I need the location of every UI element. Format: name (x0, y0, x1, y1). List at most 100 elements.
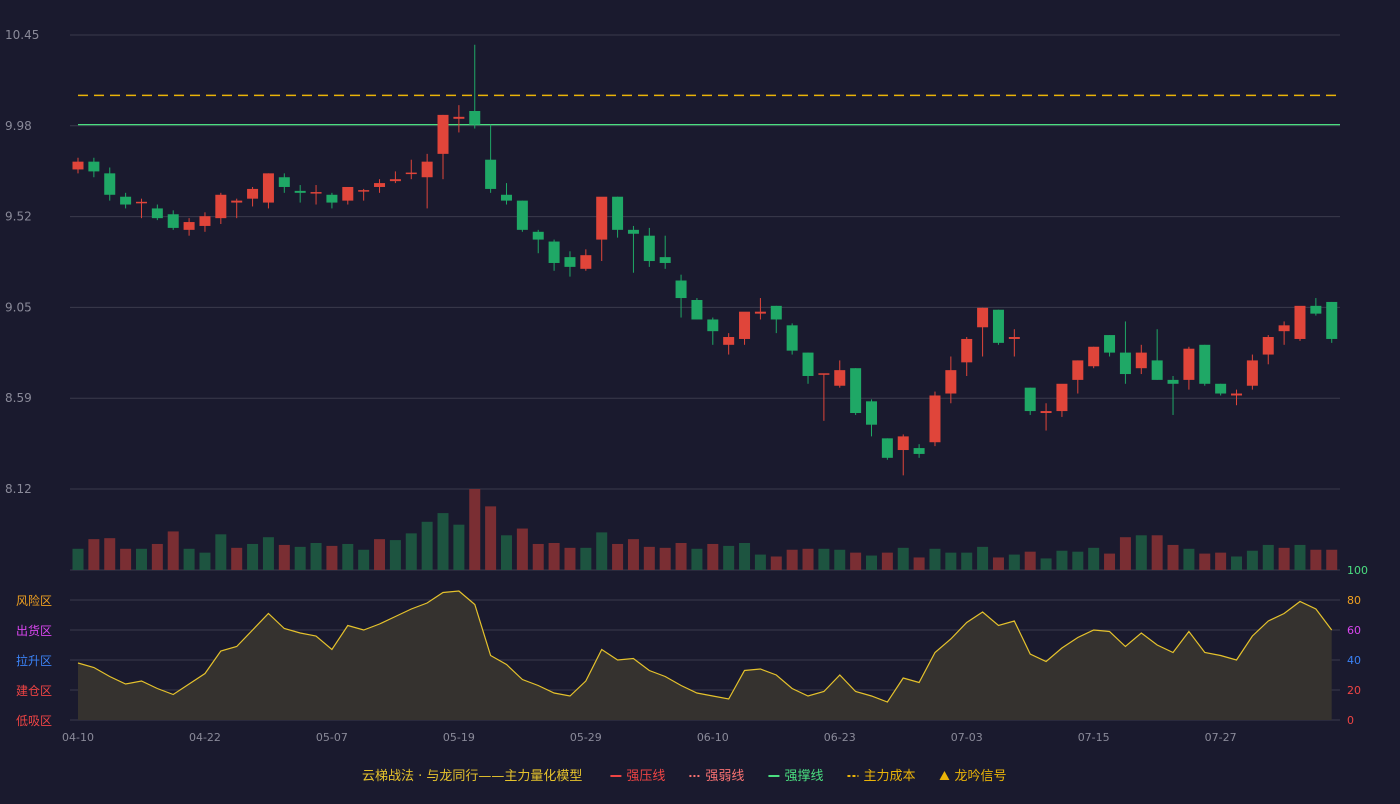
candle-body (929, 395, 941, 443)
legend-label[interactable]: 云梯战法 · 与龙同行——主力量化模型 (362, 769, 582, 784)
candle-body (818, 373, 830, 375)
candle-body (247, 188, 259, 199)
candle-body (231, 200, 243, 203)
volume-bar (548, 543, 560, 570)
indicator-tick-label: 0 (1347, 714, 1354, 727)
indicator-tick-label: 20 (1347, 684, 1361, 697)
volume-bar (183, 548, 195, 570)
candle-body (120, 196, 132, 205)
date-tick-label: 04-10 (62, 731, 94, 744)
candle-body (278, 177, 290, 187)
candle-body (1310, 305, 1322, 314)
candle-body (294, 190, 306, 193)
zone-label: 低吸区 (16, 714, 52, 728)
candle-body (786, 325, 798, 351)
volume-bar (516, 528, 528, 570)
candle-body (532, 231, 544, 240)
volume-bar (1231, 556, 1243, 570)
volume-bar (786, 549, 798, 570)
candle-body (834, 370, 846, 386)
price-tick-label: 9.05 (5, 300, 32, 314)
candle-body (1104, 335, 1116, 353)
volume-bar (1167, 544, 1179, 570)
candle-body (1183, 348, 1195, 380)
candle-body (485, 159, 497, 189)
volume-bar (691, 548, 703, 570)
volume-bar (485, 506, 497, 570)
legend-label[interactable]: 强撑线 (784, 769, 823, 784)
candle-body (627, 229, 639, 234)
zone-label: 建仓区 (16, 684, 52, 698)
volume-bar (754, 554, 766, 570)
volume-bar (262, 537, 274, 570)
zone-label: 拉升区 (16, 653, 52, 668)
kline-chart: 10.45 9.98 9.52 9.05 8.59 8.12 100 风险区出货区拉升区建… (0, 0, 1400, 800)
volume-bar (834, 549, 846, 570)
candle-body (1246, 360, 1258, 386)
candle-body (167, 214, 179, 228)
volume-bar (247, 543, 259, 570)
legend-label[interactable]: 主力成本 (863, 769, 915, 784)
candle-body (326, 194, 338, 203)
candle-body (707, 319, 719, 332)
volume-bar (1104, 553, 1116, 570)
date-tick-label: 05-19 (443, 731, 475, 744)
volume-bar (1278, 547, 1290, 570)
candle-body (691, 299, 703, 320)
volume-bar (1008, 554, 1020, 570)
volume-bar (374, 539, 386, 570)
volume-bar (1310, 549, 1322, 570)
volume-bar (532, 543, 544, 570)
candle-body (897, 436, 909, 451)
date-tick-label: 04-22 (189, 731, 221, 744)
price-tick-label: 8.59 (5, 391, 32, 405)
volume-bar (1119, 537, 1131, 570)
candle-body (310, 192, 322, 194)
volume-bar (1040, 558, 1052, 570)
volume-bar (1056, 550, 1068, 570)
candle-body (421, 161, 433, 178)
volume-bar (453, 524, 465, 570)
candle-body (88, 161, 100, 172)
zone-label: 出货区 (16, 623, 52, 638)
date-tick-label: 07-27 (1205, 731, 1237, 744)
candle-body (754, 311, 766, 314)
volume-bar (723, 545, 735, 570)
volume-bar (643, 546, 655, 570)
candle-body (374, 183, 386, 187)
candle-body (866, 401, 877, 425)
volume-bar (1246, 550, 1258, 570)
volume-bar (421, 521, 433, 570)
legend-label[interactable]: 强弱线 (705, 769, 744, 784)
legend-label[interactable]: 龙吟信号 (954, 768, 1006, 784)
price-tick-label: 9.52 (5, 210, 32, 224)
date-tick-label: 05-29 (570, 731, 602, 744)
volume-bar (881, 552, 893, 570)
candle-body (516, 200, 528, 230)
candle-body (881, 438, 893, 458)
candle-body (739, 311, 751, 339)
candle-body (977, 307, 989, 328)
volume-bar (151, 543, 163, 570)
price-tick-label: 10.45 (5, 28, 39, 42)
candle-body (564, 257, 576, 267)
volume-bar (72, 548, 84, 570)
candle-body (1135, 352, 1147, 369)
candle-body (1024, 387, 1036, 412)
candle-body (183, 222, 195, 230)
candle-body (961, 338, 973, 363)
volume-bar (1024, 551, 1036, 570)
volume-bar (675, 543, 687, 570)
volume-bar (612, 543, 624, 570)
volume-bar (326, 545, 338, 570)
volume-bar (104, 538, 116, 570)
candle-body (358, 190, 370, 192)
volume-bar (1088, 547, 1100, 570)
volume-bar (945, 552, 957, 570)
volume-bar (1151, 535, 1163, 570)
legend-label[interactable]: 强压线 (626, 769, 665, 784)
candle-body (342, 186, 354, 201)
candle-body (104, 173, 116, 195)
volume-bar (850, 552, 862, 570)
volume-bar (310, 543, 322, 570)
